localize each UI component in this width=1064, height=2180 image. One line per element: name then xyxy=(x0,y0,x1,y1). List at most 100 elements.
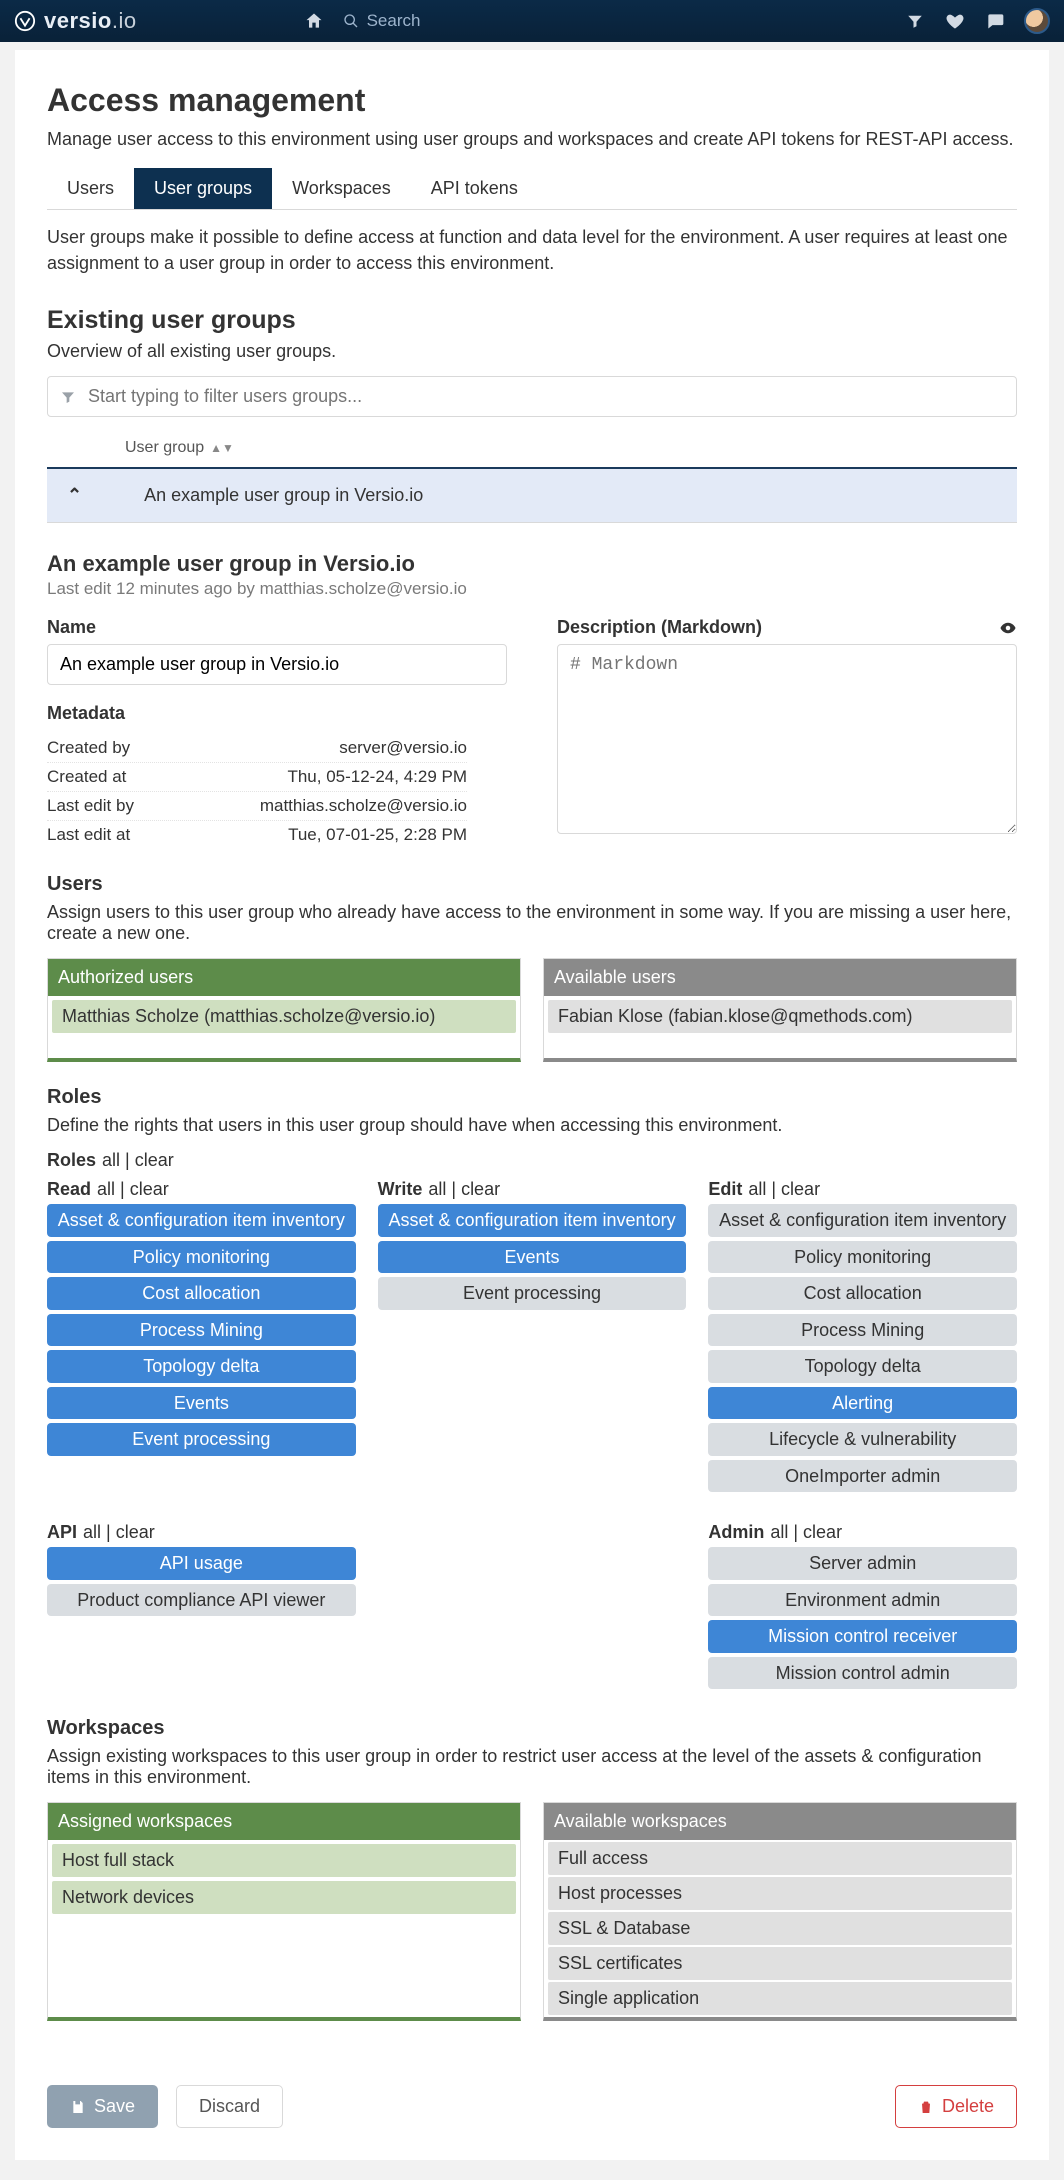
role-group-controls: Writeall | clear xyxy=(378,1179,687,1200)
group-row-name: An example user group in Versio.io xyxy=(106,485,423,506)
role-pill[interactable]: Alerting xyxy=(708,1387,1017,1420)
authorized-users-title: Authorized users xyxy=(48,959,520,996)
role-col-admin: Adminall | clear Server admin Environment … xyxy=(708,1518,1017,1693)
chevron-up-icon: ⌃ xyxy=(67,485,82,506)
role-all-link[interactable]: all xyxy=(97,1179,115,1199)
role-pill[interactable]: Product compliance API viewer xyxy=(47,1584,356,1617)
role-pill[interactable]: Event processing xyxy=(378,1277,687,1310)
role-col-read: Readall | clear Asset & configuration ite… xyxy=(47,1175,356,1496)
desc-label: Description (Markdown) xyxy=(557,617,1017,638)
global-search[interactable]: Search xyxy=(343,11,421,31)
list-item[interactable]: Single application xyxy=(548,1982,1012,2015)
role-clear-link[interactable]: clear xyxy=(135,1150,174,1170)
tab-description: User groups make it possible to define a… xyxy=(47,224,1017,276)
chat-icon[interactable] xyxy=(984,10,1006,32)
role-pill[interactable]: Environment admin xyxy=(708,1584,1017,1617)
list-item[interactable]: SSL & Database xyxy=(548,1912,1012,1945)
filter-input[interactable] xyxy=(86,385,1004,408)
group-row-expanded[interactable]: ⌃ An example user group in Versio.io xyxy=(47,469,1017,523)
metadata-row: Created byserver@versio.io xyxy=(47,734,467,763)
role-clear-link[interactable]: clear xyxy=(803,1522,842,1542)
role-all-link[interactable]: all xyxy=(748,1179,766,1199)
role-pill[interactable]: Process Mining xyxy=(708,1314,1017,1347)
list-item[interactable]: Matthias Scholze (matthias.scholze@versi… xyxy=(52,1000,516,1033)
role-pill[interactable]: OneImporter admin xyxy=(708,1460,1017,1493)
role-pill[interactable]: Asset & configuration item inventory xyxy=(708,1204,1017,1237)
list-item[interactable]: Host processes xyxy=(548,1877,1012,1910)
role-all-link[interactable]: all xyxy=(428,1179,446,1199)
home-icon[interactable] xyxy=(303,10,325,32)
role-pill[interactable]: Lifecycle & vulnerability xyxy=(708,1423,1017,1456)
role-clear-link[interactable]: clear xyxy=(781,1179,820,1199)
eye-icon[interactable] xyxy=(999,619,1017,637)
save-button[interactable]: Save xyxy=(47,2085,158,2128)
assigned-workspaces-title: Assigned workspaces xyxy=(48,1803,520,1840)
role-pill[interactable]: Mission control admin xyxy=(708,1657,1017,1690)
sort-icon: ▲▼ xyxy=(210,441,234,455)
filter-groups[interactable] xyxy=(47,376,1017,417)
detail-title: An example user group in Versio.io xyxy=(47,551,1017,577)
brand[interactable]: versio.io xyxy=(14,8,137,34)
role-pill[interactable]: Cost allocation xyxy=(47,1277,356,1310)
role-group-controls: Adminall | clear xyxy=(708,1522,1017,1543)
trash-icon xyxy=(918,2099,934,2115)
role-pill[interactable]: Asset & configuration item inventory xyxy=(378,1204,687,1237)
role-group-controls: Readall | clear xyxy=(47,1179,356,1200)
existing-sub: Overview of all existing user groups. xyxy=(47,341,1017,362)
role-pill[interactable]: Cost allocation xyxy=(708,1277,1017,1310)
tabs: UsersUser groupsWorkspacesAPI tokens xyxy=(47,168,1017,210)
role-clear-link[interactable]: clear xyxy=(116,1522,155,1542)
list-item[interactable]: Host full stack xyxy=(52,1844,516,1877)
tab-users[interactable]: Users xyxy=(47,168,134,209)
filter-icon[interactable] xyxy=(904,10,926,32)
role-pill[interactable]: Policy monitoring xyxy=(708,1241,1017,1274)
discard-button[interactable]: Discard xyxy=(176,2085,283,2128)
role-pill[interactable]: Server admin xyxy=(708,1547,1017,1580)
role-pill[interactable]: API usage xyxy=(47,1547,356,1580)
role-clear-link[interactable]: clear xyxy=(461,1179,500,1199)
workspaces-desc: Assign existing workspaces to this user … xyxy=(47,1746,1017,1788)
users-desc: Assign users to this user group who alre… xyxy=(47,902,1017,944)
footer-buttons: Save Discard Delete xyxy=(47,2061,1017,2128)
role-all-link[interactable]: all xyxy=(83,1522,101,1542)
name-input[interactable] xyxy=(47,644,507,685)
roles-desc: Define the rights that users in this use… xyxy=(47,1115,1017,1136)
list-item[interactable]: Network devices xyxy=(52,1881,516,1914)
available-users-title: Available users xyxy=(544,959,1016,996)
role-clear-link[interactable]: clear xyxy=(130,1179,169,1199)
role-col-edit: Editall | clear Asset & configuration ite… xyxy=(708,1175,1017,1496)
role-all-link[interactable]: all xyxy=(102,1150,120,1170)
desc-textarea[interactable] xyxy=(557,644,1017,834)
role-all-link[interactable]: all xyxy=(770,1522,788,1542)
existing-heading: Existing user groups xyxy=(47,306,1017,335)
role-pill[interactable]: Asset & configuration item inventory xyxy=(47,1204,356,1237)
role-pill[interactable]: Topology delta xyxy=(708,1350,1017,1383)
column-header-user-group[interactable]: User group▲▼ xyxy=(47,433,1017,469)
save-icon xyxy=(70,2099,86,2115)
tab-api-tokens[interactable]: API tokens xyxy=(411,168,538,209)
role-pill[interactable]: Policy monitoring xyxy=(47,1241,356,1274)
health-icon[interactable] xyxy=(944,10,966,32)
role-pill[interactable]: Topology delta xyxy=(47,1350,356,1383)
brand-logo-icon xyxy=(14,10,36,32)
role-pill[interactable]: Event processing xyxy=(47,1423,356,1456)
list-item[interactable]: Full access xyxy=(548,1842,1012,1875)
authorized-users-panel: Authorized users Matthias Scholze (matth… xyxy=(47,958,521,1062)
page-lead: Manage user access to this environment u… xyxy=(47,129,1017,150)
brand-suffix: .io xyxy=(112,8,137,33)
metadata-heading: Metadata xyxy=(47,703,507,724)
metadata-row: Created atThu, 05-12-24, 4:29 PM xyxy=(47,763,467,792)
avatar[interactable] xyxy=(1024,8,1050,34)
list-item[interactable]: SSL certificates xyxy=(548,1947,1012,1980)
role-pill[interactable]: Process Mining xyxy=(47,1314,356,1347)
tab-workspaces[interactable]: Workspaces xyxy=(272,168,411,209)
available-workspaces-panel: Available workspaces Full accessHost pro… xyxy=(543,1802,1017,2021)
role-pill[interactable]: Events xyxy=(47,1387,356,1420)
role-group-controls: Editall | clear xyxy=(708,1179,1017,1200)
search-icon xyxy=(343,13,359,29)
tab-user-groups[interactable]: User groups xyxy=(134,168,272,209)
delete-button[interactable]: Delete xyxy=(895,2085,1017,2128)
list-item[interactable]: Fabian Klose (fabian.klose@qmethods.com) xyxy=(548,1000,1012,1033)
role-pill[interactable]: Events xyxy=(378,1241,687,1274)
role-pill[interactable]: Mission control receiver xyxy=(708,1620,1017,1653)
